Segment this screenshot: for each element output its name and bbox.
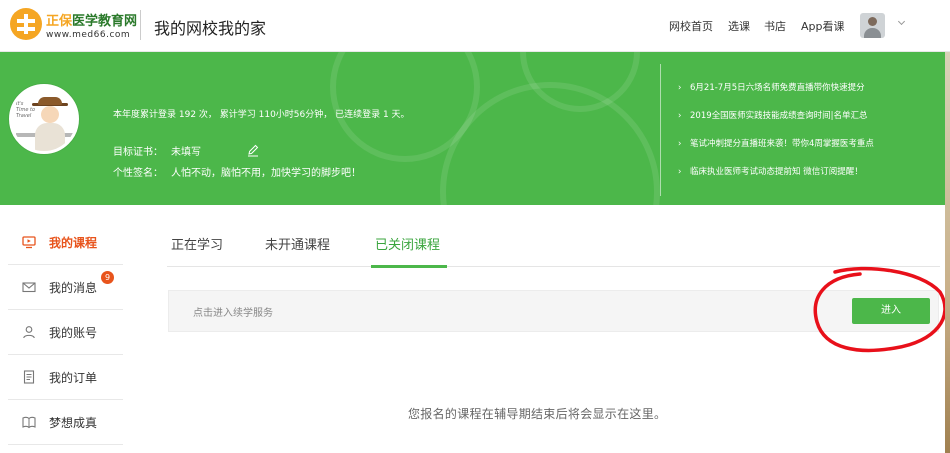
news-link-4[interactable]: › 临床执业医师考试动态提前知 微信订阅提醒！ — [678, 165, 863, 177]
course-tabs: 正在学习 未开通课程 已关闭课程 — [167, 224, 940, 268]
background-window-edge — [945, 52, 950, 453]
nav-select-course[interactable]: 选课 — [728, 18, 750, 34]
chevron-down-icon[interactable] — [897, 17, 906, 26]
goal-value: 未填写 — [171, 147, 201, 158]
nav-home[interactable]: 网校首页 — [669, 18, 713, 34]
avatar-hat — [38, 97, 62, 105]
nav-app-course[interactable]: App看课 — [801, 18, 845, 34]
sidebar-label: 我的账号 — [49, 326, 98, 340]
site-title: 我的网校我的家 — [154, 19, 267, 38]
sidebar-label: 梦想成真 — [49, 416, 98, 430]
chevron-right-icon: › — [678, 139, 682, 149]
sidebar-item-my-courses[interactable]: 我的课程 — [8, 220, 123, 265]
document-icon — [23, 370, 35, 384]
envelope-icon — [22, 282, 36, 293]
tab-not-activated[interactable]: 未开通课程 — [265, 234, 330, 253]
goal-row: 目标证书： 未填写 — [113, 143, 201, 158]
nav-bookstore[interactable]: 书店 — [764, 18, 786, 34]
top-header: 正保医学教育网 www.med66.com 我的网校我的家 网校首页 选课 书店… — [0, 0, 950, 52]
brand-name[interactable]: 正保医学教育网 — [46, 10, 137, 29]
pencil-icon[interactable] — [246, 143, 260, 157]
avatar-body — [35, 123, 65, 151]
news-link-3[interactable]: › 笔试冲刺提分直播班来袭！带你4周掌握医考重点 — [678, 137, 874, 149]
red-circle-annotation — [813, 266, 947, 353]
monitor-icon — [22, 236, 36, 249]
unread-badge: 9 — [101, 271, 114, 284]
user-icon — [23, 326, 35, 339]
avatar-face — [41, 106, 59, 123]
sidebar-item-my-messages[interactable]: 我的消息 9 — [8, 265, 123, 310]
chevron-right-icon: › — [678, 83, 682, 93]
signature-label: 个性签名： — [113, 168, 163, 179]
signature-value: 人怕不动，脑怕不用，加快学习的脚步吧！ — [171, 168, 361, 179]
sidebar-label: 我的订单 — [49, 371, 98, 385]
book-icon — [22, 416, 36, 429]
tab-closed[interactable]: 已关闭课程 — [375, 234, 440, 253]
sidebar-label: 我的课程 — [49, 236, 98, 250]
active-tab-indicator — [371, 265, 447, 268]
sidebar-label: 我的消息 — [49, 281, 98, 295]
news-link-2[interactable]: › 2019全国医师实践技能成绩查询时间|名单汇总 — [678, 109, 868, 121]
divider — [8, 444, 123, 445]
brand-url: www.med66.com — [46, 30, 131, 40]
profile-banner: It's Time to Travel 本年度累计登录 192 次， 累计学习 … — [0, 52, 950, 205]
tab-learning[interactable]: 正在学习 — [171, 234, 223, 253]
profile-avatar[interactable]: It's Time to Travel — [9, 84, 79, 154]
chevron-right-icon: › — [678, 111, 682, 121]
renewal-service-text: 点击进入续学服务 — [193, 308, 273, 319]
banner-divider — [660, 64, 661, 196]
chevron-right-icon: › — [678, 167, 682, 177]
sidebar-item-my-account[interactable]: 我的账号 — [8, 310, 123, 355]
signature-row: 个性签名： 人怕不动，脑怕不用，加快学习的脚步吧！ — [113, 164, 361, 179]
sidebar-item-my-orders[interactable]: 我的订单 — [8, 355, 123, 400]
sidebar-item-dream-come-true[interactable]: 梦想成真 — [8, 400, 123, 445]
news-link-1[interactable]: › 6月21-7月5日六场名师免费直播带你快速提分 — [678, 81, 865, 93]
login-stats: 本年度累计登录 192 次， 累计学习 110小时56分钟， 已连续登录 1 天… — [113, 110, 410, 120]
brand-logo-icon[interactable] — [10, 8, 42, 40]
goal-label: 目标证书： — [113, 147, 163, 158]
empty-state-message: 您报名的课程在辅导期结束后将会显示在这里。 — [408, 407, 667, 421]
user-avatar[interactable] — [860, 13, 885, 38]
logo-divider — [140, 10, 141, 40]
